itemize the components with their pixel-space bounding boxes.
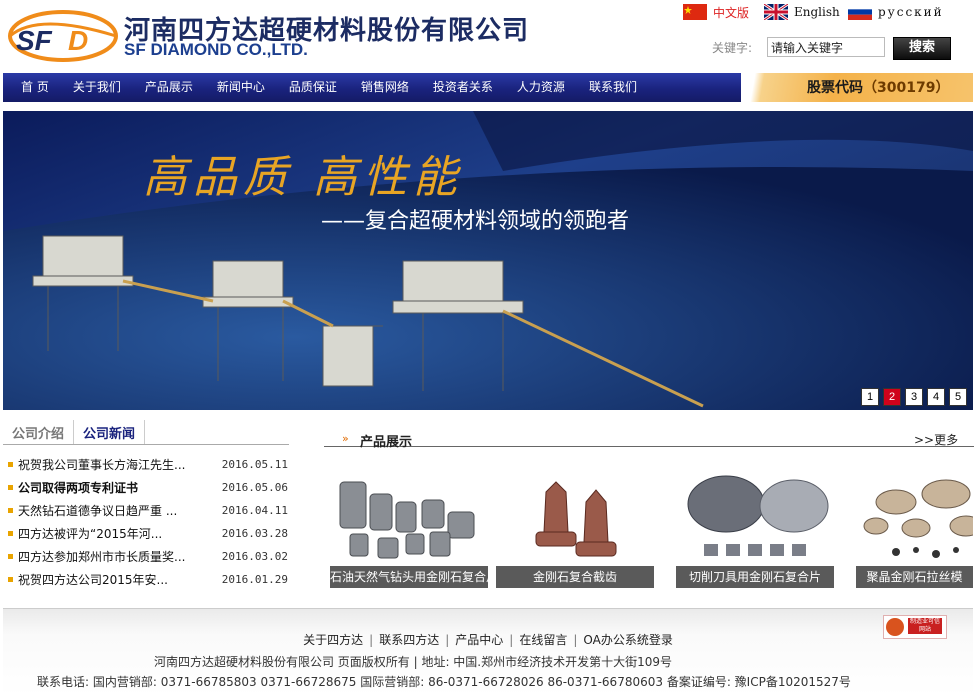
news-date: 2016.03.02 <box>221 550 288 563</box>
nav-item-quality[interactable]: 品质保证 <box>277 73 349 102</box>
separator: | <box>369 633 374 647</box>
nav-item-news[interactable]: 新闻中心 <box>205 73 277 102</box>
product-card[interactable]: 石油天然气钻头用金刚石复合片 <box>330 472 488 588</box>
slide-dot-3[interactable]: 3 <box>905 388 923 406</box>
footer-link-products[interactable]: 产品中心 <box>455 633 503 647</box>
company-logo[interactable]: SF D <box>8 10 118 62</box>
news-title[interactable]: 公司取得两项专利证书 <box>18 479 207 496</box>
list-item: 四方达被评为“2015年河... 2016.03.28 <box>8 522 288 545</box>
main-nav: 首 页 关于我们 产品展示 新闻中心 品质保证 销售网络 投资者关系 人力资源 … <box>3 73 973 102</box>
news-title[interactable]: 祝贺我公司董事长方海江先生... <box>18 456 207 473</box>
bullet-icon <box>8 485 13 490</box>
footer-link-about[interactable]: 关于四方达 <box>303 633 363 647</box>
separator: | <box>509 633 514 647</box>
product-caption: 聚晶金刚石拉丝模 <box>856 566 973 588</box>
list-item: 祝贺我公司董事长方海江先生... 2016.05.11 <box>8 453 288 476</box>
nav-item-about[interactable]: 关于我们 <box>61 73 133 102</box>
search-label: 关键字: <box>712 41 753 55</box>
pdc-cutters-image <box>330 472 488 566</box>
news-date: 2016.01.29 <box>221 573 288 586</box>
wire-die-blanks-image <box>856 472 973 566</box>
product-card[interactable]: 聚晶金刚石拉丝模 <box>856 472 973 588</box>
more-products-link[interactable]: >>更多 <box>914 431 958 448</box>
search-button[interactable]: 搜索 <box>893 37 951 60</box>
products-header: » 产品展示 >>更多 <box>324 430 974 450</box>
banner-slogan-primary: 高品质 高性能 <box>143 152 463 203</box>
news-title[interactable]: 四方达参加郑州市市长质量奖... <box>18 548 207 565</box>
footer-links: 关于四方达 | 联系四方达 | 产品中心 | 在线留言 | OA办公系统登录 <box>3 631 973 648</box>
double-arrow-icon: » <box>342 432 349 445</box>
nav-item-contact[interactable]: 联系我们 <box>577 73 649 102</box>
page-footer: 制造业可信网站 关于四方达 | 联系四方达 | 产品中心 | 在线留言 | OA办公系统登录 河… <box>3 608 973 696</box>
nav-item-sales[interactable]: 销售网络 <box>349 73 421 102</box>
footer-link-contact[interactable]: 联系四方达 <box>379 633 439 647</box>
news-list: 祝贺我公司董事长方海江先生... 2016.05.11 公司取得两项专利证书 201… <box>8 453 288 591</box>
list-item: 天然钻石道德争议日趋严重 ... 2016.04.11 <box>8 499 288 522</box>
stock-code-label: 股票代码 <box>807 80 863 96</box>
products-title: 产品展示 <box>360 435 413 450</box>
nav-item-home[interactable]: 首 页 <box>9 73 61 102</box>
news-date: 2016.04.11 <box>221 504 288 517</box>
separator: | <box>445 633 450 647</box>
news-date: 2016.05.06 <box>221 481 288 494</box>
language-label-ru: русский <box>878 5 944 19</box>
nav-item-hr[interactable]: 人力资源 <box>505 73 577 102</box>
product-caption: 石油天然气钻头用金刚石复合片 <box>330 566 488 588</box>
tab-company-news[interactable]: 公司新闻 <box>74 420 146 444</box>
news-title[interactable]: 天然钻石道德争议日趋严重 ... <box>18 502 207 519</box>
stock-code-value: （300179） <box>863 80 950 96</box>
list-item: 祝贺四方达公司2015年安... 2016.01.29 <box>8 568 288 591</box>
search-input[interactable] <box>767 37 885 57</box>
news-date: 2016.05.11 <box>221 458 288 471</box>
language-russian[interactable]: русский <box>848 2 944 22</box>
bullet-icon <box>8 462 13 467</box>
bullet-icon <box>8 531 13 536</box>
slide-dot-5[interactable]: 5 <box>949 388 967 406</box>
pick-teeth-image <box>496 472 654 566</box>
bullet-icon <box>8 577 13 582</box>
list-item: 四方达参加郑州市市长质量奖... 2016.03.02 <box>8 545 288 568</box>
nav-item-investors[interactable]: 投资者关系 <box>421 73 505 102</box>
bullet-icon <box>8 508 13 513</box>
uk-flag-icon <box>764 4 788 20</box>
news-tabs: 公司介绍 公司新闻 <box>3 420 289 445</box>
footer-copyright: 河南四方达超硬材料股份有限公司 页面版权所有 | 地址: 中国.郑州市经济技术开… <box>153 655 673 669</box>
product-caption: 切削刀具用金刚石复合片 <box>676 566 834 588</box>
company-name-en: SF DIAMOND CO.,LTD. <box>124 40 308 59</box>
stock-code-box: 股票代码（300179） <box>741 73 973 102</box>
slide-dot-2[interactable]: 2 <box>883 388 901 406</box>
news-title[interactable]: 四方达被评为“2015年河... <box>18 525 207 542</box>
svg-text:D: D <box>68 25 88 56</box>
list-item: 公司取得两项专利证书 2016.05.06 <box>8 476 288 499</box>
tab-company-intro[interactable]: 公司介绍 <box>3 420 75 444</box>
slide-dot-4[interactable]: 4 <box>927 388 945 406</box>
slide-dot-1[interactable]: 1 <box>861 388 879 406</box>
svg-text:SF: SF <box>16 25 53 56</box>
product-caption: 金刚石复合截齿 <box>496 566 654 588</box>
separator: | <box>573 633 578 647</box>
footer-link-message[interactable]: 在线留言 <box>519 633 567 647</box>
hero-banner[interactable]: 高品质 高性能 ——复合超硬材料领域的领跑者 1 2 3 4 5 <box>3 111 973 410</box>
language-label-cn: 中文版 <box>713 5 750 20</box>
china-flag-icon <box>683 4 707 20</box>
language-label-en: English <box>794 5 840 19</box>
news-date: 2016.03.28 <box>221 527 288 540</box>
nav-item-products[interactable]: 产品展示 <box>133 73 205 102</box>
language-chinese[interactable]: 中文版 <box>683 2 749 22</box>
product-card[interactable]: 切削刀具用金刚石复合片 <box>676 472 834 588</box>
language-english[interactable]: English <box>764 2 840 22</box>
banner-slogan-secondary: ——复合超硬材料领域的领跑者 <box>321 209 630 234</box>
footer-link-oa[interactable]: OA办公系统登录 <box>583 633 672 647</box>
product-card[interactable]: 金刚石复合截齿 <box>496 472 654 588</box>
russia-flag-icon <box>848 4 872 20</box>
cutting-tool-blanks-image <box>676 472 834 566</box>
bullet-icon <box>8 554 13 559</box>
footer-contact: 联系电话: 国内营销部: 0371-66785803 0371-66728675… <box>37 675 851 689</box>
news-title[interactable]: 祝贺四方达公司2015年安... <box>18 571 207 588</box>
